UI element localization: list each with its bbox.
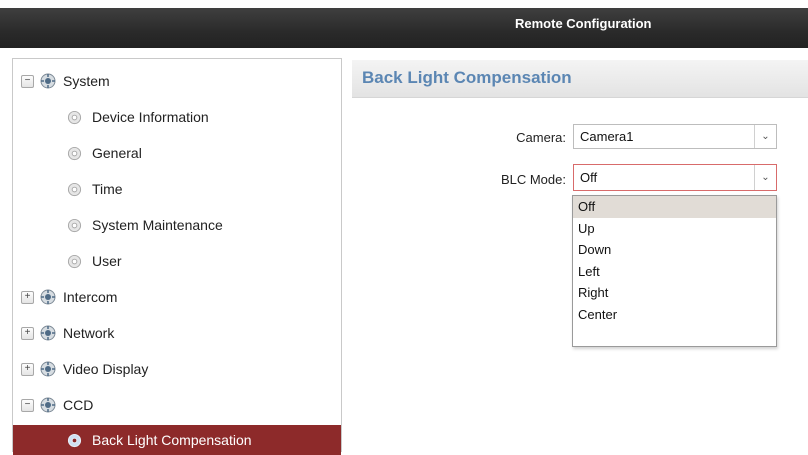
collapse-toggle-icon[interactable]: − [21,398,34,412]
camera-label: Camera: [516,130,566,145]
gear-globe-icon [40,397,56,413]
tree-leaf-label: General [92,145,142,161]
chevron-down-icon[interactable]: ⌄ [754,165,776,190]
section-header: Back Light Compensation [352,60,808,98]
blc-mode-dropdown-list: Off Up Down Left Right Center [572,195,777,347]
camera-select-value: Camera1 [580,129,634,144]
gear-icon [67,146,82,160]
sidebar-tree: − System Device Information General Time… [12,58,342,455]
window-title: Remote Configuration [515,16,652,31]
tree-leaf-time[interactable]: Time [13,174,341,204]
tree-leaf-label: User [92,253,122,269]
dropdown-option-right[interactable]: Right [573,282,776,304]
gear-globe-icon [40,361,56,377]
tree-leaf-back-light-compensation[interactable]: Back Light Compensation [13,425,341,455]
window-title-bar: Remote Configuration [0,8,808,48]
blc-mode-select-value: Off [580,170,598,185]
tree-node-video-display[interactable]: + Video Display [13,354,341,384]
tree-leaf-device-information[interactable]: Device Information [13,102,341,132]
dropdown-option-off[interactable]: Off [573,196,776,218]
gear-icon [67,182,82,196]
gear-globe-icon [40,289,56,305]
gear-globe-icon [40,325,56,341]
section-title: Back Light Compensation [362,68,572,87]
tree-node-label: Video Display [63,361,149,377]
tree-leaf-label: Time [92,181,123,197]
blc-mode-label: BLC Mode: [500,172,566,187]
tree-leaf-label: Device Information [92,109,209,125]
gear-globe-icon [40,73,56,89]
dropdown-option-up[interactable]: Up [573,218,776,240]
tree-node-label: Network [63,325,115,341]
collapse-toggle-icon[interactable]: − [21,74,34,88]
gear-icon [67,433,82,447]
expand-toggle-icon[interactable]: + [21,326,34,340]
gear-icon [67,218,82,232]
tree-node-system[interactable]: − System [13,66,341,96]
tree-leaf-user[interactable]: User [13,246,341,276]
expand-toggle-icon[interactable]: + [21,290,34,304]
tree-node-ccd[interactable]: − CCD [13,390,341,420]
tree-node-label: CCD [63,397,94,413]
tree-node-label: Intercom [63,289,118,305]
dropdown-option-down[interactable]: Down [573,239,776,261]
tree-node-label: System [63,73,110,89]
camera-select[interactable]: Camera1 ⌄ [573,124,777,149]
tree-leaf-label: Back Light Compensation [92,432,252,448]
tree-leaf-label: System Maintenance [92,217,223,233]
blc-mode-select[interactable]: Off ⌄ [573,164,777,191]
gear-icon [67,254,82,268]
dropdown-option-left[interactable]: Left [573,261,776,283]
dropdown-option-center[interactable]: Center [573,304,776,326]
tree-leaf-system-maintenance[interactable]: System Maintenance [13,210,341,240]
tree-node-intercom[interactable]: + Intercom [13,282,341,312]
tree-node-network[interactable]: + Network [13,318,341,348]
chevron-down-icon[interactable]: ⌄ [754,125,776,148]
top-strip [0,0,808,8]
expand-toggle-icon[interactable]: + [21,362,34,376]
tree-leaf-general[interactable]: General [13,138,341,168]
gear-icon [67,110,82,124]
